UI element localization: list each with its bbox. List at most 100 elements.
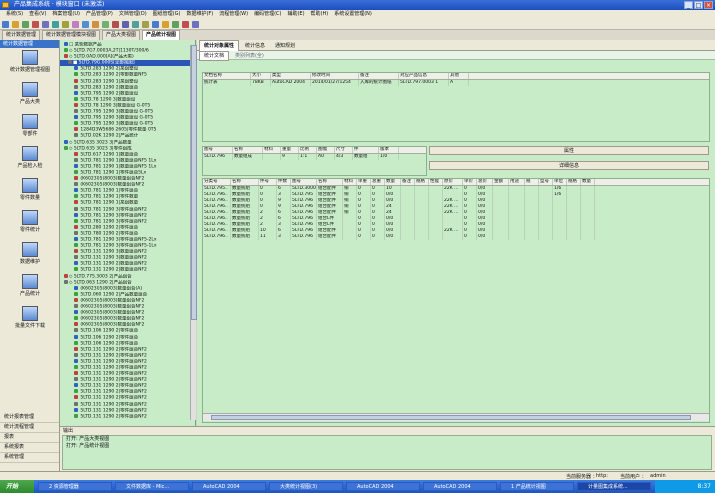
nav-item[interactable]: 零部件 <box>0 114 60 144</box>
nav-group-button[interactable]: 报表 <box>0 433 59 443</box>
grid-header-cell[interactable]: 图幅 <box>317 147 335 153</box>
toolbar-icon[interactable] <box>192 21 199 28</box>
taskbar-task[interactable]: 1 产品统计视图 <box>500 482 574 491</box>
grid-row[interactable]: 5LTD.796 数量组成 9 1:1 A0 4/3 数量组 1/0 <box>203 154 426 160</box>
taskbar-task[interactable]: 文件数据库 - Mic... <box>115 482 189 491</box>
taskbar-task[interactable]: 2 资源管理器 <box>38 482 112 491</box>
grid-header-cell[interactable]: 大小 <box>251 73 271 79</box>
grid-header-cell[interactable]: 对应产品信息 <box>399 73 449 79</box>
grid-header-cell[interactable]: 图号 <box>291 179 317 185</box>
grid-header-cell[interactable]: 原价 <box>443 179 463 185</box>
nav-item[interactable]: 产品统计 <box>0 274 60 304</box>
grid-header-cell[interactable]: 规格 <box>415 179 429 185</box>
nav-item[interactable]: 统计数据管理视图 <box>0 50 60 80</box>
grid-header-cell[interactable]: 比例 <box>299 147 317 153</box>
grid-header-cell[interactable]: 分类号 <box>203 179 231 185</box>
close-button[interactable]: × <box>704 1 713 9</box>
grid-header-cell[interactable]: 规格 <box>567 179 581 185</box>
nav-item[interactable]: 产品大类 <box>0 82 60 112</box>
menu-item[interactable]: 档案管理(U) <box>52 10 80 19</box>
main-tab[interactable]: 通知规划 <box>271 41 299 51</box>
grid-header-cell[interactable]: 规 <box>525 179 539 185</box>
toolbar-icon[interactable] <box>82 21 89 28</box>
toolbar-icon[interactable] <box>142 21 149 28</box>
properties-button[interactable]: 属性 <box>429 146 709 155</box>
grid-header-cell[interactable]: 名称 <box>233 147 263 153</box>
taskbar-task[interactable]: AutoCAD 2004 <box>346 482 420 491</box>
grid-header-cell[interactable]: 用途 <box>509 179 525 185</box>
grid-header-cell[interactable]: 单价 <box>463 179 477 185</box>
menu-item[interactable]: 编码管理(C) <box>254 10 281 19</box>
grid-header-cell[interactable]: 型号 <box>539 179 553 185</box>
menu-item[interactable]: 系统设置管理(N) <box>334 10 372 19</box>
grid-header-cell[interactable]: 总重 <box>371 179 385 185</box>
nav-group-button[interactable]: 系统管理 <box>0 453 59 463</box>
nav-item[interactable]: 产品检入检 <box>0 146 60 176</box>
toolbar-icon[interactable] <box>62 21 69 28</box>
menu-item[interactable]: 帮助(H) <box>311 10 329 19</box>
grid-row[interactable]: 统计表 78KB AutoCAD 2004 2014/01/27/1254 入库的统计图… <box>203 80 709 86</box>
grid-header-cell[interactable]: 件号 <box>259 179 277 185</box>
toolbar-icon[interactable] <box>172 21 179 28</box>
toolbar-icon[interactable] <box>42 21 49 28</box>
toolbar-icon[interactable] <box>152 21 159 28</box>
toolbar-icon[interactable] <box>2 21 9 28</box>
doc-tab[interactable]: 统计数据管理 <box>2 30 41 40</box>
tree-node[interactable]: 5LTD.131 1290 2|零件组合NF2 <box>60 413 195 420</box>
detail-button[interactable]: 详细信息 <box>429 161 709 170</box>
nav-group-button[interactable]: 统计报表管理 <box>0 413 59 423</box>
grid-header-cell[interactable]: 件 <box>353 147 379 153</box>
toolbar-icon[interactable] <box>122 21 129 28</box>
sub-tab-category[interactable]: 类别列表(全) <box>235 53 264 59</box>
toolbar-icon[interactable] <box>92 21 99 28</box>
taskbar-task[interactable]: AutoCAD 2004 <box>192 482 266 491</box>
start-button[interactable]: 开始 <box>0 480 34 493</box>
nav-item[interactable]: 批量文件下载 <box>0 306 60 336</box>
doc-tab[interactable]: 产品大类视图 <box>102 30 141 40</box>
menu-item[interactable]: 流程管理(W) <box>219 10 248 19</box>
grid-header-cell[interactable]: 材料 <box>343 179 357 185</box>
grid-header-cell[interactable]: 图号 <box>203 147 233 153</box>
detail-grid-hscroll-thumb[interactable] <box>211 415 691 420</box>
doc-tab[interactable]: 产品统计视图 <box>142 30 181 40</box>
grid-header-cell[interactable]: 备注 <box>359 73 399 79</box>
grid-header-cell[interactable]: 文档名称 <box>203 73 251 79</box>
menu-item[interactable]: 产品管理(P) <box>86 10 113 19</box>
grid-header-cell[interactable]: 数量 <box>581 179 595 185</box>
menu-item[interactable]: 辅助(E) <box>287 10 304 19</box>
grid-header-cell[interactable]: 金额 <box>493 179 509 185</box>
toolbar-icon[interactable] <box>72 21 79 28</box>
nav-item[interactable]: 数据维护 <box>0 242 60 272</box>
toolbar-icon[interactable] <box>22 21 29 28</box>
grid-header-cell[interactable]: 性能 <box>429 179 443 185</box>
grid-header-cell[interactable]: 版本 <box>379 147 399 153</box>
grid-header-cell[interactable]: 总价 <box>477 179 493 185</box>
grid-header-cell[interactable]: 名称 <box>317 179 343 185</box>
grid-row[interactable]: 5LTD.796.. 数量统组 11 3 5LTD.796 组合配件 0 0 0/0 0 0/0 <box>203 234 709 240</box>
menu-item[interactable]: 文档管理(D) <box>119 10 147 19</box>
toolbar-icon[interactable] <box>12 21 19 28</box>
taskbar-task[interactable]: 计量图集成系统... <box>577 482 651 491</box>
nav-item[interactable]: 零件统计 <box>0 210 60 240</box>
toolbar-icon[interactable] <box>132 21 139 28</box>
toolbar-icon[interactable] <box>162 21 169 28</box>
toolbar-icon[interactable] <box>52 21 59 28</box>
grid-header-cell[interactable]: 件数 <box>277 179 291 185</box>
grid-header-cell[interactable]: 单位 <box>553 179 567 185</box>
menu-item[interactable]: 查看(V) <box>29 10 46 19</box>
main-tab[interactable]: 统计对象属性 <box>199 40 240 51</box>
nav-group-button[interactable]: 系统报表 <box>0 443 59 453</box>
grid-header-cell[interactable]: 备注 <box>401 179 415 185</box>
grid-header-cell[interactable]: 重量 <box>281 147 299 153</box>
nav-item[interactable]: 零件数量 <box>0 178 60 208</box>
grid-header-cell[interactable]: 尺寸 <box>335 147 353 153</box>
grid-header-cell[interactable]: 类型 <box>271 73 311 79</box>
tree-scrollbar[interactable] <box>190 45 197 420</box>
menu-item[interactable]: 数据维护(F) <box>186 10 213 19</box>
toolbar-icon[interactable] <box>102 21 109 28</box>
sub-tab-docs[interactable]: 统计文档 <box>199 51 230 61</box>
menu-item[interactable]: 图纸管理(G) <box>153 10 181 19</box>
minimize-button[interactable]: _ <box>684 1 693 9</box>
taskbar-task[interactable]: 大类统计视图(3) <box>269 482 343 491</box>
grid-header-cell[interactable]: 修改时间 <box>311 73 359 79</box>
